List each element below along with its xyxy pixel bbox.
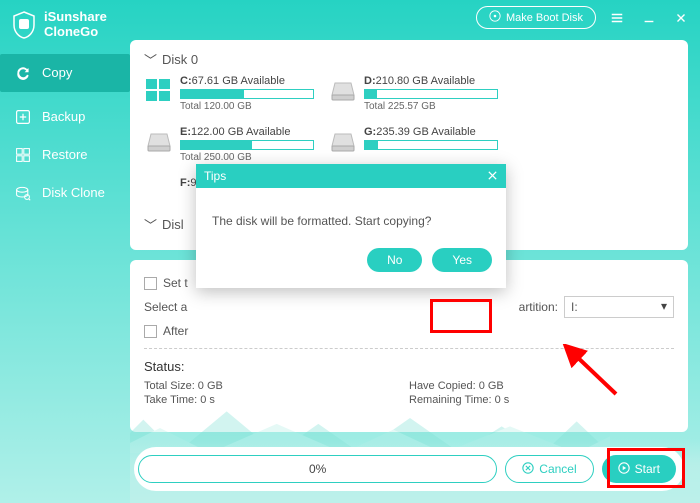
play-icon (618, 462, 630, 477)
status-total-size: Total Size: 0 GB (144, 380, 409, 392)
brand-line-1: iSunshare (44, 10, 107, 25)
sidebar-item-copy[interactable]: Copy (0, 54, 130, 92)
progress-indicator: 0% (138, 455, 497, 483)
sidebar-item-label: Disk Clone (42, 185, 105, 200)
bottom-bar: 0% Cancel Start (134, 447, 684, 491)
partition-total: Total 225.57 GB (364, 101, 498, 112)
sidebar-item-label: Restore (42, 147, 88, 162)
grid-icon (14, 146, 32, 164)
chevron-down-icon: ﹀ (144, 215, 157, 234)
partition-letter: C: (180, 75, 192, 87)
partition-c[interactable]: C:67.61 GB Available Total 120.00 GB (144, 75, 314, 112)
target-partition-label: artition: (519, 300, 558, 314)
usage-bar (364, 140, 498, 150)
dialog-no-button[interactable]: No (367, 248, 422, 272)
start-button[interactable]: Start (602, 455, 676, 483)
progress-text: 0% (309, 462, 326, 476)
partition-total: Total 250.00 GB (180, 152, 314, 163)
cancel-button[interactable]: Cancel (505, 455, 593, 483)
dialog-yes-label: Yes (452, 253, 472, 267)
brand-logo-icon (12, 11, 36, 39)
cancel-label: Cancel (539, 462, 576, 476)
partition-letter: E: (180, 126, 191, 138)
target-partition-value: I: (571, 300, 578, 314)
partition-letter: G: (364, 126, 376, 138)
status-have-copied: Have Copied: 0 GB (409, 380, 674, 392)
disk1-title: Disl (162, 217, 184, 232)
set-label: Set t (163, 276, 188, 290)
tips-dialog: Tips The disk will be formatted. Start c… (196, 164, 506, 288)
after-checkbox[interactable] (144, 325, 157, 338)
drive-icon (144, 179, 174, 205)
partition-d[interactable]: D:210.80 GB Available Total 225.57 GB (328, 75, 498, 112)
start-label: Start (635, 462, 660, 476)
status-title: Status: (144, 359, 674, 374)
sidebar-item-disk-clone[interactable]: Disk Clone (0, 174, 130, 212)
partition-available: 67.61 GB Available (192, 75, 285, 87)
usage-bar (180, 89, 314, 99)
target-partition-select[interactable]: I: (564, 296, 674, 318)
refresh-icon (14, 64, 32, 82)
sidebar-item-restore[interactable]: Restore (0, 136, 130, 174)
set-checkbox[interactable] (144, 277, 157, 290)
partition-total: Total 120.00 GB (180, 101, 314, 112)
windows-drive-icon (144, 77, 174, 103)
partition-available: 210.80 GB Available (376, 75, 475, 87)
partition-letter: D: (364, 75, 376, 87)
sidebar-item-label: Backup (42, 109, 85, 124)
dialog-title: Tips (204, 169, 226, 183)
search-disk-icon (14, 184, 32, 202)
dialog-yes-button[interactable]: Yes (432, 248, 492, 272)
after-label: After (163, 324, 188, 338)
partition-e[interactable]: E:122.00 GB Available Total 250.00 GB (144, 126, 314, 163)
dialog-no-label: No (387, 253, 402, 267)
partition-available: 122.00 GB Available (191, 126, 290, 138)
plus-square-icon (14, 108, 32, 126)
dialog-close-button[interactable] (487, 168, 498, 184)
drive-icon (144, 128, 174, 154)
partition-letter: F: (180, 177, 190, 189)
select-prefix: Select a (144, 300, 187, 314)
brand-line-2: CloneGo (44, 25, 107, 40)
chevron-down-icon: ﹀ (144, 50, 157, 69)
sidebar-item-backup[interactable]: Backup (0, 98, 130, 136)
drive-icon (328, 77, 358, 103)
sidebar-item-label: Copy (42, 65, 72, 80)
brand: iSunshare CloneGo (0, 0, 130, 54)
usage-bar (180, 140, 314, 150)
drive-icon (328, 128, 358, 154)
usage-bar (364, 89, 498, 99)
partition-available: 235.39 GB Available (376, 126, 475, 138)
cancel-icon (522, 462, 534, 477)
dialog-message: The disk will be formatted. Start copyin… (212, 214, 431, 228)
partition-g[interactable]: G:235.39 GB Available (328, 126, 498, 163)
disk0-toggle[interactable]: ﹀ Disk 0 (144, 50, 674, 69)
disk0-title: Disk 0 (162, 52, 198, 67)
